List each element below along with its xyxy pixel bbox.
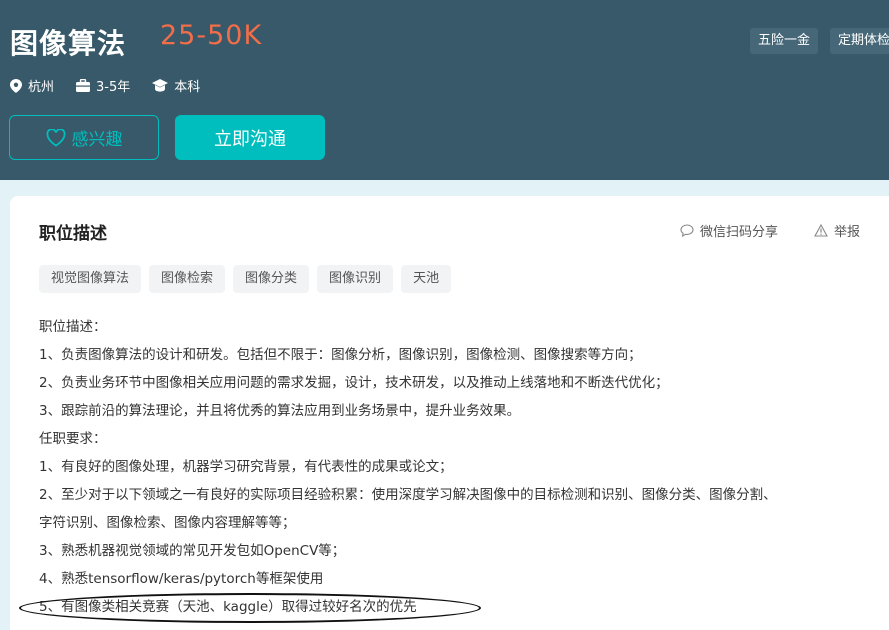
city-text: 杭州 (28, 80, 55, 95)
description-line: 任职要求： (39, 431, 107, 447)
description-line: 3、跟踪前沿的算法理论，并且将优秀的算法应用到业务场景中，提升业务效果。 (39, 403, 521, 419)
chat-button-label: 立即沟通 (214, 128, 286, 150)
job-header: 图像算法 25-50K 五险一金 定期体检 杭州 3-5年 本科 感兴趣 立即沟… (0, 0, 889, 180)
job-meta: 杭州 3-5年 本科 (10, 76, 222, 95)
skill-tag[interactable]: 图像检索 (149, 265, 226, 293)
share-link[interactable]: 微信扫码分享 (680, 221, 778, 240)
meta-experience: 3-5年 (76, 76, 130, 95)
skill-tag[interactable]: 天池 (401, 265, 452, 293)
description-line: 字符识别、图像检索、图像内容理解等等； (39, 515, 296, 531)
meta-degree: 本科 (152, 76, 200, 95)
benefit-tag: 五险一金 (750, 28, 819, 54)
share-label: 微信扫码分享 (700, 225, 779, 240)
interest-button[interactable]: 感兴趣 (9, 115, 159, 160)
warning-icon (814, 224, 828, 237)
heart-icon (46, 128, 65, 147)
report-link[interactable]: 举报 (814, 221, 860, 240)
meta-city: 杭州 (10, 76, 54, 95)
job-description: 职位描述： 1、负责图像算法的设计和研发。包括但不限于：图像分析，图像识别，图像… (39, 316, 879, 624)
experience-text: 3-5年 (96, 80, 131, 95)
interest-button-label: 感兴趣 (71, 130, 123, 150)
location-pin-icon (10, 78, 22, 93)
report-label: 举报 (834, 225, 861, 240)
chat-bubble-icon (680, 224, 694, 237)
description-line: 1、有良好的图像处理，机器学习研究背景，有代表性的成果或论文； (39, 459, 453, 475)
skill-tag[interactable]: 图像分类 (233, 265, 310, 293)
chat-button[interactable]: 立即沟通 (175, 115, 325, 160)
salary: 25-50K (160, 20, 263, 51)
benefit-tag: 定期体检 (830, 28, 889, 54)
degree-text: 本科 (174, 80, 201, 95)
description-line: 4、熟悉tensorflow/keras/pytorch等框架使用 (39, 571, 324, 587)
section-title: 职位描述 (39, 224, 107, 244)
description-line: 职位描述： (39, 319, 107, 335)
skill-tag[interactable]: 图像识别 (317, 265, 394, 293)
briefcase-icon (76, 79, 91, 92)
job-title: 图像算法 (10, 27, 127, 60)
graduation-cap-icon (152, 79, 169, 92)
skill-tag[interactable]: 视觉图像算法 (39, 265, 142, 293)
description-line: 1、负责图像算法的设计和研发。包括但不限于：图像分析，图像识别，图像检测、图像搜… (39, 347, 642, 363)
description-line: 2、负责业务环节中图像相关应用问题的需求发掘，设计，技术研发，以及推动上线落地和… (39, 375, 669, 391)
description-line: 3、熟悉机器视觉领域的常见开发包如OpenCV等； (39, 543, 346, 559)
job-detail-card: 职位描述 微信扫码分享 举报 视觉图像算法 图像检索 图像分类 图像识别 天池 … (10, 196, 889, 630)
skill-tags: 视觉图像算法 图像检索 图像分类 图像识别 天池 (39, 265, 459, 293)
description-line: 2、至少对于以下领域之一有良好的实际项目经验积累：使用深度学习解决图像中的目标检… (39, 487, 777, 503)
annotation-ellipse (19, 593, 481, 623)
